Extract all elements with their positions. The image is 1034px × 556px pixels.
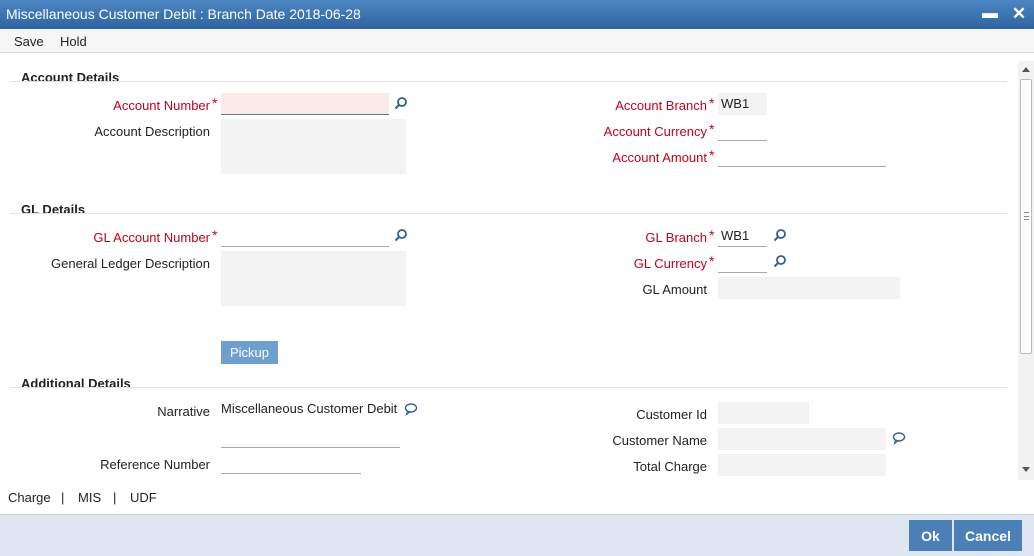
scrollbar-thumb[interactable]	[1020, 79, 1032, 354]
grip-icon	[1024, 212, 1029, 220]
gl-amount-field	[718, 277, 900, 299]
window-titlebar: Miscellaneous Customer Debit : Branch Da…	[0, 0, 1034, 29]
search-icon[interactable]	[773, 254, 787, 268]
account-number-input[interactable]	[221, 93, 389, 115]
search-icon[interactable]	[394, 96, 408, 110]
required-marker: *	[212, 95, 218, 111]
ok-button[interactable]: Ok	[909, 520, 952, 551]
account-branch-field: WB1	[718, 93, 767, 115]
scroll-down-icon[interactable]	[1022, 467, 1030, 472]
search-icon[interactable]	[394, 228, 408, 242]
account-description-field	[221, 119, 406, 174]
section-additional-details: Additional Details	[21, 376, 131, 391]
close-icon[interactable]: ✕	[1008, 2, 1030, 26]
pickup-button[interactable]: Pickup	[221, 341, 278, 364]
customer-name-field	[718, 428, 886, 450]
narrative-line-input[interactable]	[221, 426, 400, 448]
required-marker: *	[709, 253, 715, 269]
required-marker: *	[709, 95, 715, 111]
gl-currency-input[interactable]	[718, 251, 767, 273]
hold-menu-item[interactable]: Hold	[60, 34, 87, 49]
narrative-value: Miscellaneous Customer Debit	[221, 401, 398, 416]
gl-branch-label: GL Branch	[645, 230, 707, 245]
customer-id-label: Customer Id	[636, 407, 707, 422]
customer-id-field	[718, 402, 809, 424]
account-amount-input[interactable]	[718, 145, 886, 167]
narrative-label: Narrative	[157, 404, 210, 419]
gl-description-label: General Ledger Description	[51, 256, 210, 271]
required-marker: *	[709, 121, 715, 137]
account-currency-label: Account Currency	[603, 124, 707, 139]
account-amount-label: Account Amount	[612, 150, 707, 165]
minimize-icon[interactable]: ▬	[979, 2, 1001, 26]
account-number-label: Account Number	[113, 98, 210, 113]
gl-branch-input[interactable]	[718, 225, 767, 247]
save-menu-item[interactable]: Save	[14, 34, 44, 49]
gl-currency-label: GL Currency	[633, 256, 707, 271]
gl-account-number-label: GL Account Number	[93, 230, 210, 245]
gl-description-field	[221, 251, 406, 306]
search-icon[interactable]	[773, 228, 787, 242]
section-divider	[10, 213, 1007, 214]
account-branch-label: Account Branch	[615, 98, 707, 113]
required-marker: *	[709, 227, 715, 243]
required-marker: *	[709, 147, 715, 163]
dialog-footer: Ok Cancel	[0, 514, 1034, 556]
section-divider	[10, 81, 1007, 82]
section-gl-details: GL Details	[21, 202, 86, 217]
form-content: Account Details Account Number * Account…	[0, 53, 1018, 480]
tab-udf[interactable]: UDF	[130, 490, 157, 505]
comment-icon[interactable]	[892, 431, 906, 445]
tab-mis[interactable]: MIS	[78, 490, 101, 505]
vertical-scrollbar[interactable]	[1018, 61, 1034, 480]
reference-number-input[interactable]	[221, 452, 361, 474]
menu-bar: Save Hold	[0, 29, 1034, 53]
customer-name-label: Customer Name	[612, 433, 707, 448]
tab-separator: |	[61, 490, 65, 505]
total-charge-label: Total Charge	[633, 459, 707, 474]
section-divider	[10, 387, 1007, 388]
tab-separator: |	[113, 490, 117, 505]
subscreen-tabs: Charge | MIS | UDF	[0, 480, 1034, 514]
section-account-details: Account Details	[21, 70, 120, 85]
cancel-button[interactable]: Cancel	[954, 520, 1022, 551]
required-marker: *	[212, 227, 218, 243]
total-charge-field	[718, 454, 886, 476]
account-description-label: Account Description	[94, 124, 210, 139]
gl-account-number-input[interactable]	[221, 225, 389, 247]
comment-icon[interactable]	[404, 402, 418, 416]
reference-number-label: Reference Number	[100, 457, 210, 472]
window-title: Miscellaneous Customer Debit : Branch Da…	[6, 6, 361, 22]
gl-amount-label: GL Amount	[642, 282, 707, 297]
tab-charge[interactable]: Charge	[8, 490, 51, 505]
scroll-up-icon[interactable]	[1022, 67, 1030, 72]
account-currency-input[interactable]	[718, 119, 767, 141]
